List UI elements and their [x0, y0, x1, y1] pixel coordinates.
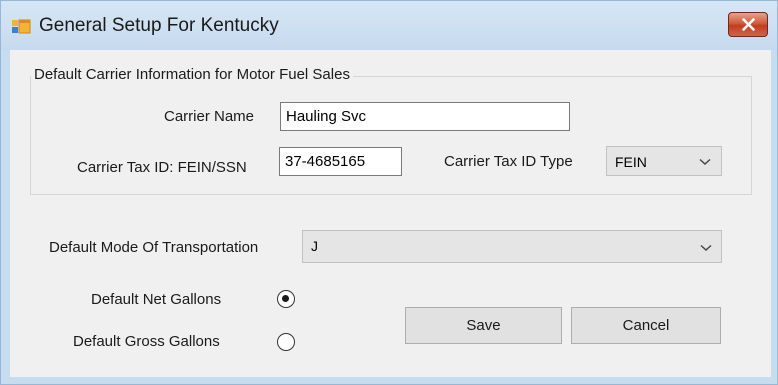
carrier-name-label: Carrier Name — [164, 108, 255, 125]
close-button[interactable] — [728, 12, 768, 37]
cancel-button[interactable]: Cancel — [571, 307, 721, 344]
mode-of-transportation-select[interactable]: J — [302, 230, 722, 263]
radio-selected-dot — [282, 295, 289, 302]
carrier-info-groupbox — [30, 76, 752, 195]
window-title: General Setup For Kentucky — [39, 15, 279, 36]
general-setup-dialog: General Setup For Kentucky Default Carri… — [0, 0, 778, 385]
title-bar[interactable]: General Setup For Kentucky — [1, 1, 777, 50]
carrier-tax-id-type-label: Carrier Tax ID Type — [444, 153, 573, 170]
net-gallons-radio[interactable] — [277, 290, 295, 308]
mode-of-transportation-label: Default Mode Of Transportation — [49, 239, 259, 256]
gross-gallons-radio[interactable] — [277, 333, 295, 351]
save-button[interactable]: Save — [405, 307, 562, 344]
net-gallons-label: Default Net Gallons — [91, 291, 222, 308]
dialog-body: Default Carrier Information for Motor Fu… — [10, 50, 771, 377]
close-x-icon — [742, 18, 755, 31]
windows-form-icon — [12, 19, 31, 34]
carrier-name-input[interactable]: Hauling Svc — [280, 102, 570, 131]
chevron-down-icon — [700, 244, 712, 251]
carrier-info-group-legend: Default Carrier Information for Motor Fu… — [31, 66, 353, 83]
carrier-tax-id-type-select[interactable]: FEIN — [606, 146, 722, 176]
carrier-tax-id-label: Carrier Tax ID: FEIN/SSN — [77, 159, 247, 176]
mode-of-transportation-value: J — [311, 238, 318, 254]
chevron-down-icon — [699, 158, 711, 165]
gross-gallons-label: Default Gross Gallons — [73, 333, 220, 350]
carrier-tax-id-type-value: FEIN — [615, 154, 647, 170]
carrier-tax-id-input[interactable]: 37-4685165 — [279, 147, 402, 176]
